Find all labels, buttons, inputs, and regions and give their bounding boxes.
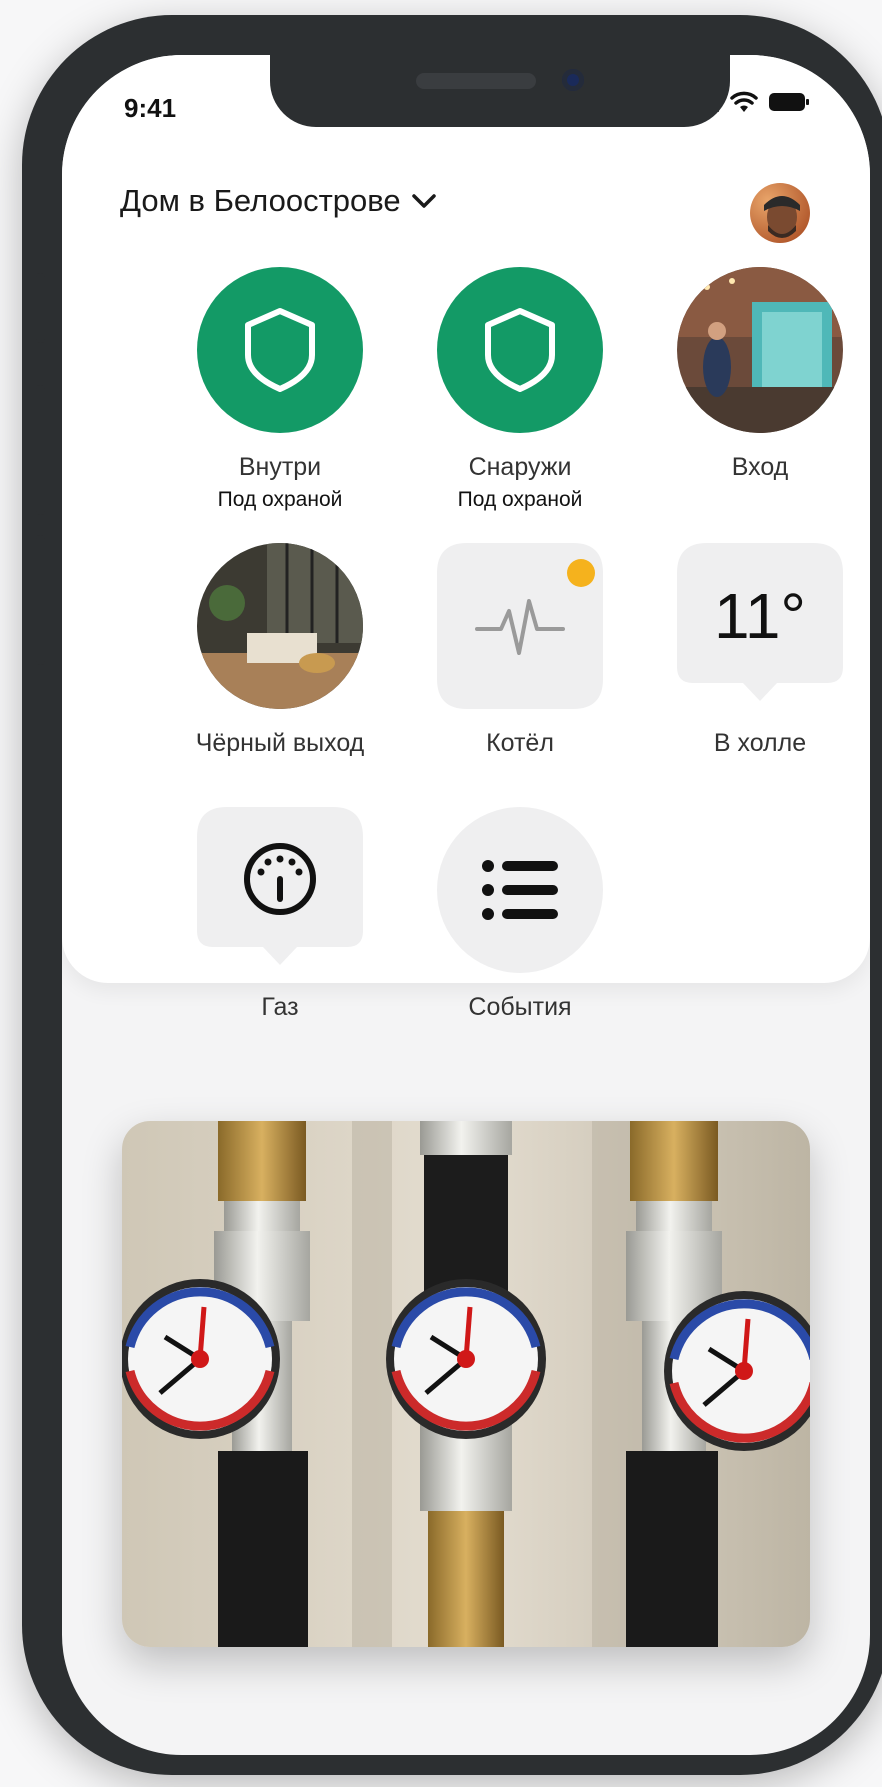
tile-label: В холле — [713, 729, 807, 757]
screen: 9:41 Дом в Белоострове Внутри Под охрано… — [62, 55, 870, 1755]
shield-icon — [485, 308, 555, 392]
home-selector[interactable]: Дом в Белоострове — [120, 183, 437, 219]
alert-indicator — [567, 559, 595, 587]
tile-label: Внутри — [238, 453, 322, 481]
tile-label: Вход — [731, 453, 789, 481]
pulse-icon — [475, 599, 565, 655]
speaker — [416, 73, 536, 89]
chevron-down-icon — [411, 194, 436, 208]
temperature-value: 11° — [713, 580, 807, 652]
tile-label: Снаружи — [468, 453, 572, 481]
avatar[interactable] — [750, 183, 810, 243]
tile-boiler[interactable]: Котёл — [410, 543, 630, 758]
tile-events[interactable]: События — [410, 807, 630, 1022]
back-exit-camera-thumbnail[interactable] — [197, 543, 363, 709]
devices-card: 9:41 Дом в Белоострове Внутри Под охрано… — [62, 55, 870, 1021]
tile-inside[interactable]: Внутри Под охраной — [170, 267, 390, 512]
volume-down-button — [36, 535, 45, 665]
boiler-camera-preview[interactable] — [122, 1121, 810, 1647]
home-title: Дом в Белоострове — [120, 183, 401, 218]
security-outside-button[interactable] — [437, 267, 603, 433]
tile-label: События — [468, 993, 572, 1021]
phone-frame: 9:41 Дом в Белоострове Внутри Под охрано… — [22, 15, 882, 1775]
tile-gas[interactable]: Газ — [170, 807, 390, 1022]
volume-up-button — [36, 385, 45, 515]
hall-temperature-button[interactable]: 11° — [677, 543, 843, 709]
front-camera — [562, 69, 584, 91]
tile-label: Газ — [261, 993, 299, 1021]
boiler-sensor-button[interactable] — [437, 543, 603, 709]
tile-back-exit[interactable]: Чёрный выход — [170, 543, 390, 758]
tile-outside[interactable]: Снаружи Под охраной — [410, 267, 630, 512]
mute-switch — [36, 273, 45, 343]
list-icon — [482, 860, 558, 920]
notch — [270, 55, 730, 127]
tile-status: Под охраной — [217, 488, 343, 511]
tile-status: Под охраной — [457, 488, 583, 511]
wifi-icon — [730, 91, 758, 112]
security-inside-button[interactable] — [197, 267, 363, 433]
events-button[interactable] — [437, 807, 603, 973]
entrance-camera-thumbnail[interactable] — [677, 267, 843, 433]
tile-label: Котёл — [486, 729, 554, 757]
tile-hall[interactable]: 11° В холле — [650, 543, 870, 758]
tile-label: Чёрный выход — [195, 729, 365, 757]
shield-icon — [245, 308, 315, 392]
status-time: 9:41 — [124, 93, 177, 123]
tile-entrance[interactable]: Вход — [650, 267, 870, 482]
gauge-icon — [244, 843, 316, 915]
battery-icon — [769, 93, 809, 111]
gas-sensor-button[interactable] — [197, 807, 363, 973]
